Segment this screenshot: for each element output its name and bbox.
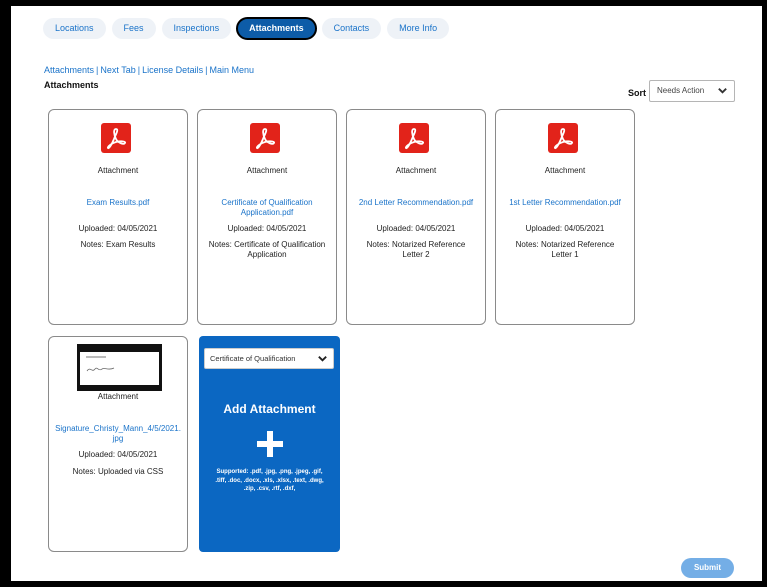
- add-attachment-title: Add Attachment: [223, 402, 316, 416]
- image-thumbnail: [77, 344, 162, 391]
- breadcrumb-main-menu-link[interactable]: Main Menu: [209, 65, 254, 75]
- tab-bar: Locations Fees Inspections Attachments C…: [43, 17, 450, 40]
- add-attachment-card[interactable]: Certificate of Qualification Add Attachm…: [199, 336, 340, 552]
- tab-more-info[interactable]: More Info: [387, 18, 450, 39]
- attachment-uploaded-date: Uploaded: 04/05/2021: [525, 224, 605, 233]
- breadcrumb-separator: |: [205, 65, 208, 75]
- attachment-uploaded-date: Uploaded: 04/05/2021: [78, 450, 158, 459]
- breadcrumb: Attachments | Next Tab | License Details | Mai…: [44, 65, 254, 75]
- tab-locations[interactable]: Locations: [43, 18, 106, 39]
- attachment-card[interactable]: Attachment Certificate of Qualification …: [197, 109, 337, 325]
- attachment-type-select[interactable]: Certificate of Qualification: [204, 348, 334, 369]
- attachment-notes: Notes: Notarized Reference Letter 2: [366, 240, 466, 259]
- attachment-file-link[interactable]: 1st Letter Recommendation.pdf: [500, 198, 630, 208]
- tab-attachments[interactable]: Attachments: [236, 17, 317, 40]
- attachment-card[interactable]: Attachment 2nd Letter Recommendation.pdf…: [346, 109, 486, 325]
- tab-inspections[interactable]: Inspections: [161, 18, 232, 39]
- attachment-notes: Notes: Uploaded via CSS: [72, 467, 164, 476]
- attachment-file-link[interactable]: 2nd Letter Recommendation.pdf: [351, 198, 481, 208]
- sort-select-value: Needs Action: [657, 86, 705, 95]
- chevron-down-icon: [318, 356, 327, 362]
- attachment-type-label: Attachment: [395, 166, 437, 175]
- page-title: Attachments: [44, 80, 99, 90]
- breadcrumb-next-tab-link[interactable]: Next Tab: [100, 65, 135, 75]
- attachment-uploaded-date: Uploaded: 04/05/2021: [376, 224, 456, 233]
- attachment-type-label: Attachment: [97, 166, 139, 175]
- attachment-notes: Notes: Notarized Reference Letter 1: [515, 240, 615, 259]
- app-frame: Locations Fees Inspections Attachments C…: [11, 6, 762, 581]
- attachment-type-label: Attachment: [97, 392, 139, 401]
- attachment-file-link[interactable]: Exam Results.pdf: [57, 198, 179, 208]
- pdf-file-icon: [399, 123, 429, 153]
- thumbnail-line: [86, 356, 106, 358]
- pdf-file-icon: [250, 123, 280, 153]
- attachment-file-link[interactable]: Signature_Christy_Mann_4/5/2021.jpg: [55, 424, 181, 444]
- pdf-file-icon: [548, 123, 578, 153]
- sort-select[interactable]: Needs Action: [649, 80, 735, 102]
- attachment-uploaded-date: Uploaded: 04/05/2021: [78, 224, 158, 233]
- attachment-file-link[interactable]: Certificate of Qualification Application…: [212, 198, 322, 218]
- attachment-type-select-value: Certificate of Qualification: [210, 354, 296, 363]
- attachment-card[interactable]: Attachment Exam Results.pdf Uploaded: 04…: [48, 109, 188, 325]
- attachment-card[interactable]: Attachment Signature_Christy_Mann_4/5/20…: [48, 336, 188, 552]
- submit-button[interactable]: Submit: [681, 558, 734, 578]
- attachment-type-label: Attachment: [544, 166, 586, 175]
- tab-contacts[interactable]: Contacts: [321, 18, 382, 39]
- attachment-type-label: Attachment: [246, 166, 288, 175]
- thumbnail-paper: [80, 352, 159, 385]
- supported-file-types: Supported: .pdf, .jpg, .png, .jpeg, .gif…: [215, 469, 324, 492]
- attachment-uploaded-date: Uploaded: 04/05/2021: [227, 224, 307, 233]
- chevron-down-icon: [718, 88, 727, 94]
- signature-scribble: [86, 367, 115, 372]
- breadcrumb-separator: |: [137, 65, 141, 75]
- attachment-notes: Notes: Exam Results: [80, 240, 156, 249]
- breadcrumb-separator: |: [96, 65, 99, 75]
- tab-fees[interactable]: Fees: [111, 18, 156, 39]
- plus-icon[interactable]: [257, 431, 283, 457]
- breadcrumb-attachments-link[interactable]: Attachments: [44, 65, 94, 75]
- attachment-card[interactable]: Attachment 1st Letter Recommendation.pdf…: [495, 109, 635, 325]
- pdf-file-icon: [101, 123, 131, 153]
- sort-label: Sort: [628, 88, 646, 98]
- attachment-notes: Notes: Certificate of Qualification Appl…: [208, 240, 326, 259]
- breadcrumb-license-details-link[interactable]: License Details: [142, 65, 203, 75]
